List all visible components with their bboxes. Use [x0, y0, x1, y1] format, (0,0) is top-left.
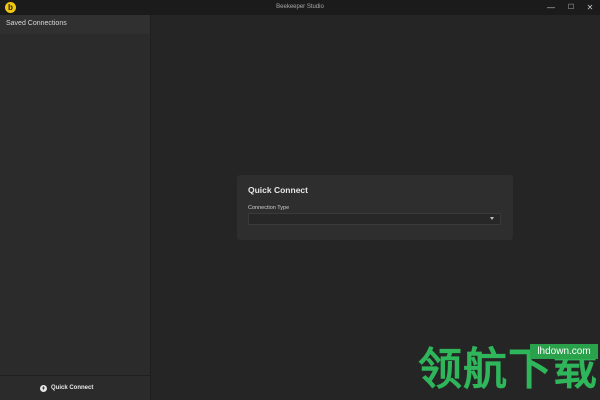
sidebar: Saved Connections Quick Connect	[0, 15, 151, 400]
logo-letter: b	[8, 3, 13, 12]
saved-connections-header[interactable]: Saved Connections	[0, 15, 150, 34]
title-bar[interactable]: b Beekeeper Studio — ☐ ✕	[0, 0, 600, 15]
quick-connect-button[interactable]: Quick Connect	[40, 382, 120, 394]
sidebar-footer: Quick Connect	[0, 375, 150, 400]
quick-connect-title: Quick Connect	[248, 185, 308, 195]
connection-type-select[interactable]	[248, 213, 501, 225]
bolt-icon	[40, 384, 47, 392]
beekeeper-logo-icon: b	[5, 2, 16, 13]
maximize-button[interactable]: ☐	[561, 0, 581, 15]
close-button[interactable]: ✕	[580, 0, 600, 15]
main-area: Quick Connect Connection Type	[151, 15, 600, 400]
watermark-site: lhdown.com	[530, 344, 598, 359]
connection-type-label: Connection Type	[248, 205, 290, 211]
quick-connect-card: Quick Connect Connection Type	[237, 175, 513, 240]
chevron-down-icon	[490, 217, 494, 220]
app-window: b Beekeeper Studio — ☐ ✕ Saved Connectio…	[0, 0, 600, 400]
window-title: Beekeeper Studio	[276, 4, 324, 10]
quick-connect-button-label: Quick Connect	[51, 385, 94, 391]
minimize-button[interactable]: —	[541, 0, 561, 15]
